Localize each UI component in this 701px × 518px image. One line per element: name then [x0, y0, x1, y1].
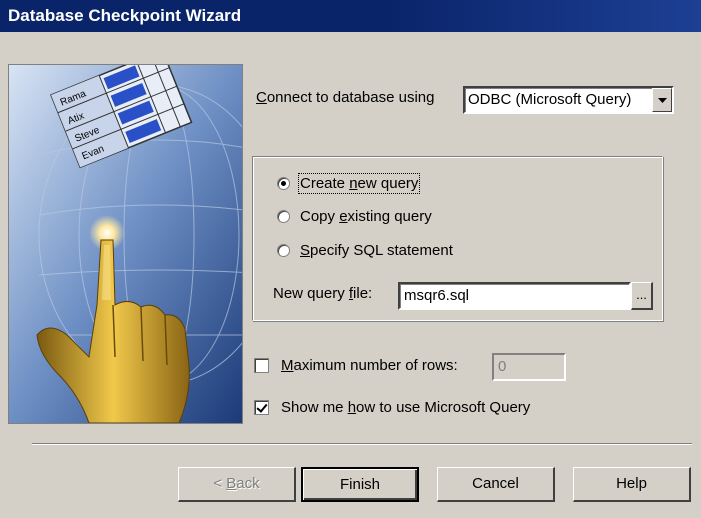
checkbox-checked-icon [254, 400, 269, 415]
connect-label: Connect to database using [256, 89, 435, 106]
radio-create-new-query[interactable]: Create new query [277, 173, 421, 194]
connect-combobox[interactable]: ODBC (Microsoft Query) [463, 86, 674, 114]
radio-label: Create new query [297, 173, 421, 194]
back-button[interactable]: < Back [178, 467, 296, 502]
wizard-illustration: Rama Atix Steve Evan [8, 64, 243, 424]
finish-button[interactable]: Finish [301, 467, 419, 502]
max-rows-checkbox[interactable]: Maximum number of rows: [254, 357, 458, 374]
show-me-checkbox[interactable]: Show me how to use Microsoft Query [254, 399, 530, 416]
max-rows-input: 0 [492, 353, 566, 381]
radio-label: Specify SQL statement [300, 242, 453, 259]
connect-value: ODBC (Microsoft Query) [468, 91, 632, 108]
chevron-down-icon [657, 97, 667, 103]
title-bar: Database Checkpoint Wizard [0, 0, 701, 32]
radio-specify-sql[interactable]: Specify SQL statement [277, 242, 453, 259]
cancel-button[interactable]: Cancel [437, 467, 555, 502]
query-file-input[interactable]: msqr6.sql [398, 282, 631, 310]
checkbox-icon [254, 358, 269, 373]
radio-label: Copy existing query [300, 208, 432, 225]
query-file-label: New query file: [273, 285, 373, 302]
radio-icon [277, 244, 290, 257]
help-button[interactable]: Help [573, 467, 691, 502]
dropdown-button[interactable] [652, 88, 672, 112]
radio-selected-icon [277, 177, 290, 190]
show-me-label: Show me how to use Microsoft Query [281, 399, 531, 416]
max-rows-label: Maximum number of rows: [281, 357, 458, 374]
radio-icon [277, 210, 290, 223]
radio-copy-existing-query[interactable]: Copy existing query [277, 208, 432, 225]
window-title: Database Checkpoint Wizard [8, 6, 242, 25]
separator [32, 443, 692, 445]
browse-button[interactable]: ... [631, 282, 653, 310]
